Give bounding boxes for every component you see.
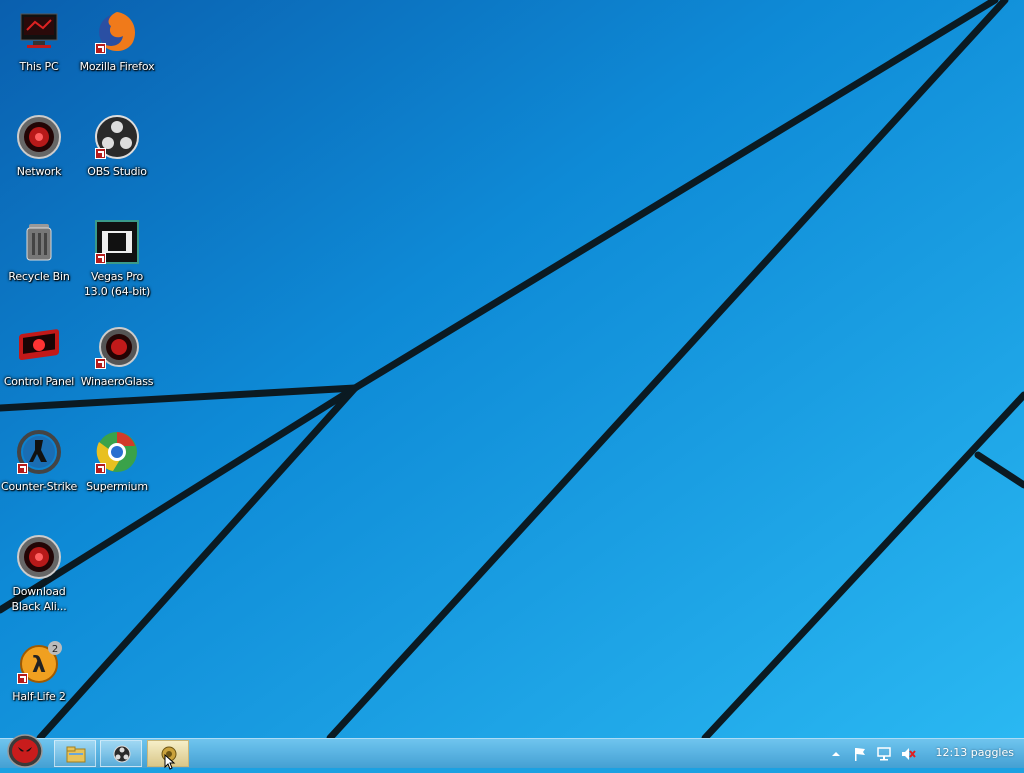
desktop-icon-label: This PC	[19, 60, 59, 73]
alienware-head-icon	[7, 734, 43, 768]
desktop-icon-recycle-bin[interactable]: Recycle Bin	[0, 218, 78, 284]
shortcut-arrow-icon	[95, 148, 106, 159]
shortcut-arrow-icon	[95, 43, 106, 54]
desktop-icon-label: Recycle Bin	[8, 270, 70, 283]
recycle-bin-icon	[15, 218, 63, 266]
desktop-icon-label: WinaeroGlass	[80, 375, 154, 388]
volume-muted-icon[interactable]	[900, 746, 916, 762]
desktop-icon-label: Vegas Pro 13.0 (64-bit)	[83, 270, 151, 298]
shortcut-arrow-icon	[95, 358, 106, 369]
desktop-icon-mozilla-firefox[interactable]: Mozilla Firefox	[78, 8, 156, 74]
show-hidden-icons-chevron[interactable]	[828, 746, 844, 762]
desktop[interactable]: This PC Network Recycle Bin Control Pane…	[0, 0, 1024, 738]
desktop-icon-download-black-ali[interactable]: Download Black Ali...	[0, 533, 78, 614]
desktop-icon-label: Mozilla Firefox	[79, 60, 155, 73]
firefox-icon	[93, 8, 141, 56]
supermium-icon	[93, 428, 141, 476]
start-button[interactable]	[5, 733, 45, 769]
desktop-icon-obs-studio[interactable]: OBS Studio	[78, 113, 156, 179]
desktop-icon-label: Network	[16, 165, 62, 178]
desktop-icon-label: Download Black Ali...	[11, 585, 67, 613]
shortcut-arrow-icon	[17, 463, 28, 474]
desktop-icon-vegas-pro[interactable]: Vegas Pro 13.0 (64-bit)	[78, 218, 156, 299]
desktop-icon-winaeroglass[interactable]: WinaeroGlass	[78, 323, 156, 389]
desktop-icon-label: Counter-Strike	[0, 480, 78, 493]
network-globe-icon	[15, 113, 63, 161]
desktop-icon-label: Supermium	[86, 480, 148, 493]
desktop-icon-counter-strike[interactable]: Counter-Strike	[0, 428, 78, 494]
desktop-icon-network[interactable]: Network	[0, 113, 78, 179]
network-globe-icon	[15, 533, 63, 581]
control-panel-icon	[15, 323, 63, 371]
desktop-icon-label: Half-Life 2	[12, 690, 66, 703]
network-icon[interactable]	[876, 746, 892, 762]
desktop-icon-this-pc[interactable]: This PC	[0, 8, 78, 74]
taskbar-clock[interactable]: 12:13 paggles	[936, 746, 1014, 759]
system-tray: 12:13 paggles	[824, 739, 1024, 768]
shortcut-arrow-icon	[95, 463, 106, 474]
desktop-icon-half-life-2[interactable]: λ2 Half-Life 2	[0, 638, 78, 704]
this-pc-icon	[15, 8, 63, 56]
winaeroglass-icon	[93, 323, 141, 371]
counter-strike-icon	[15, 428, 63, 476]
desktop-icon-label: Control Panel	[3, 375, 75, 388]
file-explorer-icon	[66, 746, 86, 763]
desktop-icon-label: OBS Studio	[87, 165, 147, 178]
shortcut-arrow-icon	[95, 253, 106, 264]
desktop-icon-control-panel[interactable]: Control Panel	[0, 323, 78, 389]
obs-studio-icon	[93, 113, 141, 161]
svg-text:λ: λ	[32, 653, 46, 678]
action-center-flag-icon[interactable]	[852, 746, 868, 762]
vegas-pro-icon	[93, 218, 141, 266]
taskbar-button-obs[interactable]	[100, 740, 142, 767]
taskbar: 12:13 paggles	[0, 734, 1024, 768]
taskbar-button-file-explorer[interactable]	[54, 740, 96, 767]
svg-text:2: 2	[52, 644, 58, 655]
half-life-icon: λ2	[15, 638, 63, 686]
obs-icon	[113, 745, 131, 763]
desktop-icon-supermium[interactable]: Supermium	[78, 428, 156, 494]
shortcut-arrow-icon	[17, 673, 28, 684]
